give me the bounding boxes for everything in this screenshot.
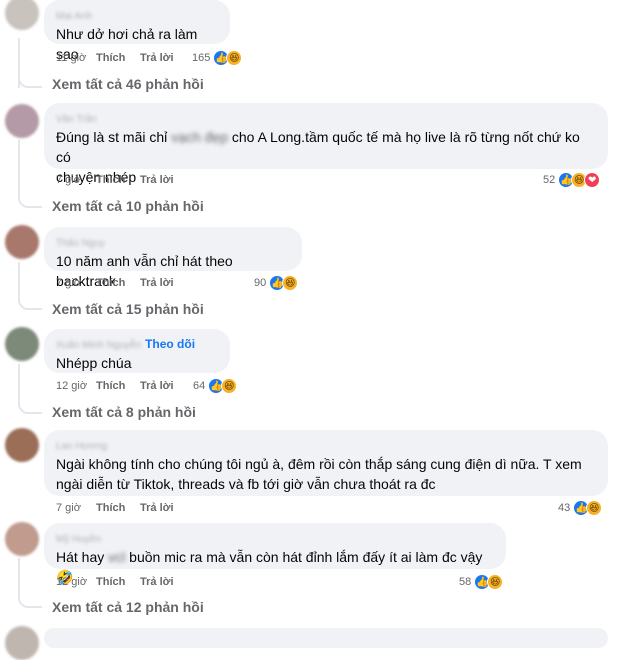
comment-time[interactable]: 7 giờ bbox=[56, 277, 96, 289]
comment-time[interactable]: 11 giờ bbox=[56, 52, 96, 64]
comment-actions: 7 giờ Thích Trả lời bbox=[56, 174, 174, 186]
like-button[interactable]: Thích bbox=[96, 277, 140, 289]
comment-time[interactable]: 7 giờ bbox=[56, 502, 96, 514]
comment-bubble: Mai Anh Như dở hơi chả ra làm sao bbox=[44, 0, 230, 62]
comment-actions: 7 giờ Thích Trả lời bbox=[56, 502, 174, 514]
like-button[interactable]: Thích bbox=[96, 502, 140, 514]
avatar[interactable] bbox=[5, 522, 39, 556]
reply-button[interactable]: Trả lời bbox=[140, 277, 174, 289]
reply-connector bbox=[18, 294, 42, 310]
reply-connector bbox=[18, 72, 42, 88]
comment-text-line: ngài diễn từ Tiktok, threads và fb tới g… bbox=[56, 476, 436, 492]
like-button[interactable]: Thích bbox=[96, 174, 140, 186]
reaction-count: 43 bbox=[558, 502, 571, 514]
view-replies-link[interactable]: Xem tất cả 12 phản hồi bbox=[52, 599, 204, 615]
reply-button[interactable]: Trả lời bbox=[140, 576, 174, 588]
comment-text-part: buồn mic ra mà vẫn còn hát đỉnh lắm đấy … bbox=[125, 549, 483, 565]
avatar[interactable] bbox=[5, 327, 39, 361]
avatar[interactable] bbox=[5, 104, 39, 138]
comment-author[interactable]: Vân Trần bbox=[56, 113, 97, 126]
view-replies-link[interactable]: Xem tất cả 8 phản hồi bbox=[52, 404, 196, 420]
reaction-summary[interactable]: 52 👍 😆 ❤ bbox=[543, 172, 601, 188]
comment-bubble: Vân Trần Đúng là st mãi chỉ vạch đẹp cho… bbox=[44, 103, 608, 185]
view-replies-link[interactable]: Xem tất cả 46 phản hồi bbox=[52, 76, 204, 92]
haha-reaction-icon: 😆 bbox=[586, 500, 603, 516]
reply-button[interactable]: Trả lời bbox=[140, 380, 174, 392]
reaction-count: 58 bbox=[459, 576, 472, 588]
follow-button[interactable]: Theo dõi bbox=[145, 337, 195, 351]
thread-line bbox=[18, 262, 20, 296]
like-button[interactable]: Thích bbox=[96, 576, 140, 588]
reply-button[interactable]: Trả lời bbox=[140, 502, 174, 514]
reaction-count: 165 bbox=[192, 52, 211, 64]
reply-connector bbox=[18, 192, 42, 208]
comment-author[interactable]: Lan Hương bbox=[56, 440, 107, 453]
reply-button[interactable]: Trả lời bbox=[140, 52, 174, 64]
comment-author[interactable]: Xuân Minh Nguyễn bbox=[56, 339, 141, 352]
haha-reaction-icon: 😆 bbox=[282, 275, 299, 291]
comment-author[interactable]: Mỹ Huyền bbox=[56, 533, 101, 546]
love-reaction-icon: ❤ bbox=[584, 172, 601, 188]
reaction-summary[interactable]: 43 👍 😆 bbox=[558, 500, 603, 516]
thread-line bbox=[18, 140, 20, 192]
reaction-summary[interactable]: 90 👍 😆 bbox=[254, 275, 299, 291]
comment-text: Ngài không tính cho chúng tôi ngủ à, đêm… bbox=[56, 456, 582, 472]
haha-reaction-icon: 😆 bbox=[487, 574, 504, 590]
comment-bubble bbox=[44, 628, 608, 648]
reaction-count: 52 bbox=[543, 174, 556, 186]
comment-author[interactable]: Thảo Nguy bbox=[56, 237, 105, 250]
avatar[interactable] bbox=[5, 0, 39, 30]
comment-time[interactable]: 12 giờ bbox=[56, 380, 96, 392]
censored-text: vcl bbox=[108, 549, 126, 565]
reaction-summary[interactable]: 64 👍 😆 bbox=[193, 378, 238, 394]
haha-reaction-icon: 😆 bbox=[226, 50, 243, 66]
reply-button[interactable]: Trả lời bbox=[140, 174, 174, 186]
comment-text: Nhépp chúa bbox=[56, 355, 132, 371]
comment-text-part: Hát hay bbox=[56, 549, 109, 565]
comment-author[interactable]: Mai Anh bbox=[56, 10, 92, 23]
like-button[interactable]: Thích bbox=[96, 380, 140, 392]
comment-actions: 12 giờ Thích Trả lời bbox=[56, 576, 174, 588]
comment-time[interactable]: 12 giờ bbox=[56, 576, 96, 588]
reaction-summary[interactable]: 165 👍 😆 bbox=[192, 50, 243, 66]
comment-actions: 7 giờ Thích Trả lời bbox=[56, 277, 174, 289]
reply-connector bbox=[18, 592, 42, 608]
reaction-summary[interactable]: 58 👍 😆 bbox=[459, 574, 504, 590]
comment-bubble: Lan Hương Ngài không tính cho chúng tôi … bbox=[44, 430, 608, 496]
haha-reaction-icon: 😆 bbox=[221, 378, 238, 394]
avatar[interactable] bbox=[5, 428, 39, 462]
reply-connector bbox=[18, 398, 42, 414]
reaction-count: 64 bbox=[193, 380, 206, 392]
avatar[interactable] bbox=[5, 626, 39, 660]
comment-actions: 12 giờ Thích Trả lời bbox=[56, 380, 174, 392]
like-button[interactable]: Thích bbox=[96, 52, 140, 64]
view-replies-link[interactable]: Xem tất cả 15 phản hồi bbox=[52, 301, 204, 317]
comment-text-part: Đúng là st mãi chỉ bbox=[56, 129, 172, 145]
comment-time[interactable]: 7 giờ bbox=[56, 174, 96, 186]
censored-text: vạch đẹp bbox=[171, 129, 228, 145]
avatar[interactable] bbox=[5, 225, 39, 259]
comment-actions: 11 giờ Thích Trả lời bbox=[56, 52, 174, 64]
comment-bubble: Thảo Nguy 10 năm anh vẫn chỉ hát theo ba… bbox=[44, 227, 302, 289]
view-replies-link[interactable]: Xem tất cả 10 phản hồi bbox=[52, 198, 204, 214]
comment-bubble: Mỹ Huyền Hát hay vcl buồn mic ra mà vẫn … bbox=[44, 523, 506, 585]
comment-bubble: Xuân Minh Nguyễn Theo dõi Nhépp chúa bbox=[44, 329, 230, 373]
thread-line bbox=[18, 364, 20, 400]
comment-text: Đúng là st mãi chỉ vạch đẹp cho A Long.t… bbox=[56, 127, 596, 167]
reaction-count: 90 bbox=[254, 277, 267, 289]
